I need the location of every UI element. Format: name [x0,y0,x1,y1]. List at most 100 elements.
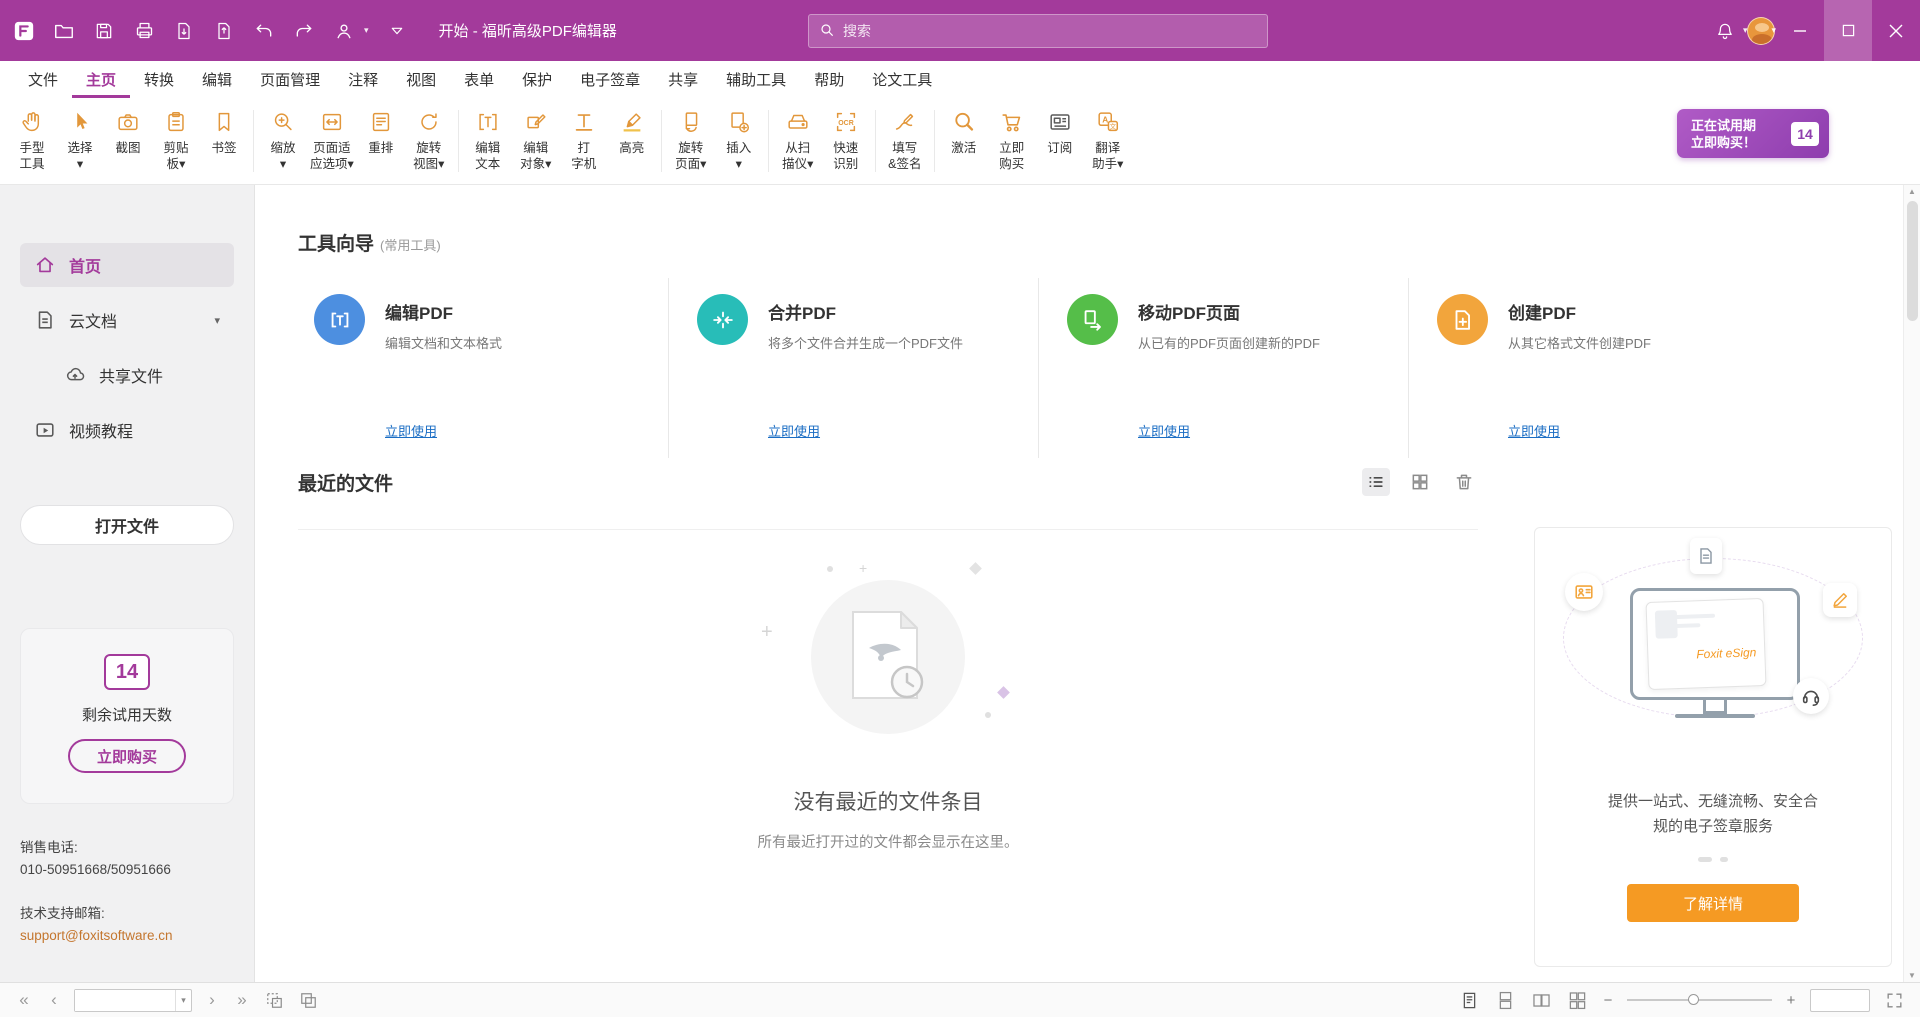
ribbon-tool-translate-assistant[interactable]: A文 翻译 助手▾ [1084,105,1132,173]
sidebar-item-home[interactable]: 首页 [20,243,234,287]
ribbon-tool-reflow[interactable]: 重排 [357,105,405,157]
support-email-link[interactable]: support@foxitsoftware.cn [20,928,173,943]
ribbon-tool-bookmark[interactable]: 书签 [200,105,248,157]
account-caret-icon[interactable]: ▾ [1771,25,1776,36]
copy-pages-icon[interactable] [296,988,320,1012]
export-pdf-icon[interactable] [172,19,196,43]
open-file-icon[interactable] [52,19,76,43]
notifications-bell-icon[interactable] [1713,19,1737,43]
menu-form[interactable]: 表单 [450,61,508,98]
ribbon-tool-fill-sign[interactable]: 填写 &签名 [881,105,929,173]
search-box[interactable] [808,14,1268,48]
use-now-link[interactable]: 立即使用 [385,421,437,440]
ribbon-tool-insert[interactable]: 插入 ▾ [715,105,763,173]
next-page-button[interactable]: › [202,990,222,1010]
undo-icon[interactable] [252,19,276,43]
ribbon-tool-rotate-view[interactable]: 旋转 视图▾ [405,105,453,173]
menu-protect[interactable]: 保护 [508,61,566,98]
restore-button[interactable] [1824,0,1872,61]
previous-page-button[interactable]: ‹ [44,990,64,1010]
fullscreen-icon[interactable] [1882,988,1906,1012]
zoom-out-button[interactable]: − [1601,992,1615,1009]
ribbon-tool-from-scanner[interactable]: 从扫 描仪▾ [774,105,822,173]
zoom-slider[interactable] [1627,999,1772,1001]
ribbon-tool-snapshot[interactable]: 截图 [104,105,152,157]
zoom-in-button[interactable]: + [1784,992,1798,1009]
clear-recent-trash-button[interactable] [1450,468,1478,496]
ribbon-tool-buy-now[interactable]: 立即 购买 [988,105,1036,173]
open-file-button[interactable]: 打开文件 [20,505,234,545]
ribbon-tool-fit-options[interactable]: 页面适 应选项▾ [307,105,357,173]
collapse-toolbar-icon[interactable] [385,19,409,43]
close-button[interactable] [1872,0,1920,61]
ribbon-tool-edit-object[interactable]: 编辑 对象▾ [512,105,560,173]
share-file-icon[interactable] [212,19,236,43]
learn-more-button[interactable]: 了解详情 [1627,884,1799,922]
zoom-level-input[interactable] [1810,989,1870,1012]
menu-view[interactable]: 视图 [392,61,450,98]
snapshot-icon[interactable] [262,988,286,1012]
grid-view-button[interactable] [1406,468,1434,496]
ribbon-tool-zoom[interactable]: 缩放 ▾ [259,105,307,173]
carousel-dot-active[interactable] [1698,857,1712,862]
ribbon-tool-rotate-pages[interactable]: 旋转 页面▾ [667,105,715,173]
ribbon-tool-select[interactable]: 选择 ▾ [56,105,104,173]
menu-accessibility[interactable]: 辅助工具 [712,61,800,98]
ribbon-tool-highlight[interactable]: 高亮 [608,105,656,157]
save-icon[interactable] [92,19,116,43]
redo-icon[interactable] [292,19,316,43]
carousel-dot[interactable] [1720,857,1728,862]
scroll-up-icon[interactable]: ▲ [1904,187,1920,196]
facing-continuous-view-icon[interactable] [1565,988,1589,1012]
scroll-down-icon[interactable]: ▼ [1904,971,1920,980]
card-merge-pdf[interactable]: 合并PDF 将多个文件合并生成一个PDF文件 立即使用 [668,278,1038,458]
ribbon-tool-activate[interactable]: 激活 [940,105,988,157]
search-input[interactable] [843,23,1257,39]
page-list-caret-icon[interactable]: ▾ [175,990,191,1011]
card-move-pdf-pages[interactable]: 移动PDF页面 从已有的PDF页面创建新的PDF 立即使用 [1038,278,1408,458]
sidebar-item-video-tutorials[interactable]: 视频教程 [20,408,234,452]
scrollbar-thumb[interactable] [1907,201,1918,321]
print-icon[interactable] [132,19,156,43]
single-page-view-icon[interactable] [1457,988,1481,1012]
buy-now-button[interactable]: 立即购买 [68,739,186,773]
card-edit-pdf[interactable]: 编辑PDF 编辑文档和文本格式 立即使用 [298,278,668,458]
ribbon-tool-typewriter[interactable]: 打 字机 [560,105,608,173]
menu-paper-tools[interactable]: 论文工具 [858,61,946,98]
menu-page-manage[interactable]: 页面管理 [246,61,334,98]
sidebar-item-cloud-docs[interactable]: 云文档 ▾ [20,298,234,342]
page-number-input[interactable] [75,990,175,1011]
page-number-box[interactable]: ▾ [74,989,192,1012]
ribbon-tool-ocr[interactable]: OCR 快速 识别 [822,105,870,173]
first-page-button[interactable]: « [14,990,34,1010]
cloud-docs-caret-icon[interactable]: ▾ [214,314,220,327]
minimize-button[interactable] [1776,0,1824,61]
ribbon-tool-edit-text[interactable]: 编辑 文本 [464,105,512,173]
ribbon-tool-hand[interactable]: 手型 工具 [8,105,56,173]
list-view-button[interactable] [1362,468,1390,496]
zoom-slider-thumb[interactable] [1688,994,1699,1005]
menu-esign[interactable]: 电子签章 [566,61,654,98]
protect-tool-caret-icon[interactable]: ▾ [364,25,369,36]
trial-period-badge[interactable]: 正在试用期 立即购买！ 14 [1677,109,1829,158]
facing-view-icon[interactable] [1529,988,1553,1012]
use-now-link[interactable]: 立即使用 [768,421,820,440]
titlebar-right: ▾ ▾ [1713,0,1920,61]
protect-tool-icon[interactable] [332,19,356,43]
menu-file[interactable]: 文件 [14,61,72,98]
ribbon-tool-clipboard[interactable]: 剪贴 板▾ [152,105,200,173]
menu-share[interactable]: 共享 [654,61,712,98]
menu-comment[interactable]: 注释 [334,61,392,98]
menu-convert[interactable]: 转换 [130,61,188,98]
menu-help[interactable]: 帮助 [800,61,858,98]
menu-home[interactable]: 主页 [72,61,130,98]
ribbon-tool-subscribe[interactable]: 订阅 [1036,105,1084,157]
use-now-link[interactable]: 立即使用 [1508,421,1560,440]
card-create-pdf[interactable]: 创建PDF 从其它格式文件创建PDF 立即使用 [1408,278,1778,458]
use-now-link[interactable]: 立即使用 [1138,421,1190,440]
menu-edit[interactable]: 编辑 [188,61,246,98]
last-page-button[interactable]: » [232,990,252,1010]
continuous-view-icon[interactable] [1493,988,1517,1012]
vertical-scrollbar[interactable]: ▲ ▼ [1903,185,1920,982]
sidebar-item-shared-files[interactable]: 共享文件 [20,353,234,397]
